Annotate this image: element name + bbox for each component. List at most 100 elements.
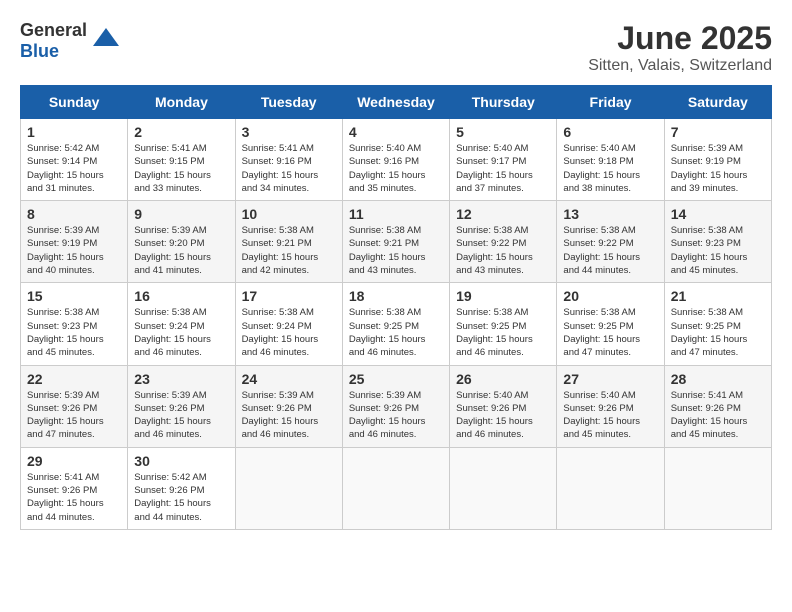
calendar-cell: [342, 447, 449, 529]
day-info: Sunrise: 5:40 AMSunset: 9:26 PMDaylight:…: [456, 389, 550, 442]
day-header-tuesday: Tuesday: [235, 86, 342, 119]
day-info: Sunrise: 5:41 AMSunset: 9:16 PMDaylight:…: [242, 142, 336, 195]
day-info: Sunrise: 5:39 AMSunset: 9:26 PMDaylight:…: [242, 389, 336, 442]
day-number: 11: [349, 206, 443, 222]
calendar-cell: [450, 447, 557, 529]
day-header-thursday: Thursday: [450, 86, 557, 119]
calendar-cell: [557, 447, 664, 529]
calendar-cell: 25 Sunrise: 5:39 AMSunset: 9:26 PMDayligh…: [342, 365, 449, 447]
day-header-friday: Friday: [557, 86, 664, 119]
day-info: Sunrise: 5:39 AMSunset: 9:26 PMDaylight:…: [134, 389, 228, 442]
day-info: Sunrise: 5:38 AMSunset: 9:21 PMDaylight:…: [349, 224, 443, 277]
calendar-cell: 29 Sunrise: 5:41 AMSunset: 9:26 PMDayligh…: [21, 447, 128, 529]
day-info: Sunrise: 5:38 AMSunset: 9:25 PMDaylight:…: [349, 306, 443, 359]
day-info: Sunrise: 5:38 AMSunset: 9:21 PMDaylight:…: [242, 224, 336, 277]
calendar-cell: 11 Sunrise: 5:38 AMSunset: 9:21 PMDayligh…: [342, 201, 449, 283]
calendar-cell: 20 Sunrise: 5:38 AMSunset: 9:25 PMDayligh…: [557, 283, 664, 365]
day-number: 24: [242, 371, 336, 387]
day-info: Sunrise: 5:42 AMSunset: 9:14 PMDaylight:…: [27, 142, 121, 195]
week-row-4: 29 Sunrise: 5:41 AMSunset: 9:26 PMDayligh…: [21, 447, 772, 529]
logo-blue: Blue: [20, 41, 59, 61]
calendar-cell: 7Sunrise: 5:39 AMSunset: 9:19 PMDaylight…: [664, 119, 771, 201]
calendar-cell: 28 Sunrise: 5:41 AMSunset: 9:26 PMDayligh…: [664, 365, 771, 447]
day-number: 13: [563, 206, 657, 222]
month-title: June 2025: [588, 20, 772, 57]
week-row-3: 22 Sunrise: 5:39 AMSunset: 9:26 PMDayligh…: [21, 365, 772, 447]
calendar-cell: 16Sunrise: 5:38 AMSunset: 9:24 PMDayligh…: [128, 283, 235, 365]
day-header-saturday: Saturday: [664, 86, 771, 119]
calendar-cell: 23 Sunrise: 5:39 AMSunset: 9:26 PMDayligh…: [128, 365, 235, 447]
day-info: Sunrise: 5:41 AMSunset: 9:26 PMDaylight:…: [27, 471, 121, 524]
day-number: 15: [27, 288, 121, 304]
calendar-cell: [664, 447, 771, 529]
calendar-cell: 13 Sunrise: 5:38 AMSunset: 9:22 PMDayligh…: [557, 201, 664, 283]
calendar-cell: 4 Sunrise: 5:40 AMSunset: 9:16 PMDaylight…: [342, 119, 449, 201]
day-info: Sunrise: 5:41 AMSunset: 9:15 PMDaylight:…: [134, 142, 228, 195]
day-number: 23: [134, 371, 228, 387]
calendar-cell: 24 Sunrise: 5:39 AMSunset: 9:26 PMDayligh…: [235, 365, 342, 447]
day-info: Sunrise: 5:39 AMSunset: 9:19 PMDaylight:…: [27, 224, 121, 277]
day-number: 26: [456, 371, 550, 387]
day-number: 14: [671, 206, 765, 222]
day-info: Sunrise: 5:40 AMSunset: 9:17 PMDaylight:…: [456, 142, 550, 195]
calendar-cell: 8Sunrise: 5:39 AMSunset: 9:19 PMDaylight…: [21, 201, 128, 283]
day-number: 4: [349, 124, 443, 140]
calendar-cell: 17 Sunrise: 5:38 AMSunset: 9:24 PMDayligh…: [235, 283, 342, 365]
day-number: 10: [242, 206, 336, 222]
day-info: Sunrise: 5:40 AMSunset: 9:16 PMDaylight:…: [349, 142, 443, 195]
day-info: Sunrise: 5:38 AMSunset: 9:22 PMDaylight:…: [563, 224, 657, 277]
header-row: SundayMondayTuesdayWednesdayThursdayFrid…: [21, 86, 772, 119]
day-info: Sunrise: 5:38 AMSunset: 9:22 PMDaylight:…: [456, 224, 550, 277]
day-number: 29: [27, 453, 121, 469]
day-info: Sunrise: 5:38 AMSunset: 9:25 PMDaylight:…: [456, 306, 550, 359]
day-number: 21: [671, 288, 765, 304]
day-number: 19: [456, 288, 550, 304]
day-number: 6: [563, 124, 657, 140]
day-number: 25: [349, 371, 443, 387]
calendar-cell: 19 Sunrise: 5:38 AMSunset: 9:25 PMDayligh…: [450, 283, 557, 365]
day-number: 3: [242, 124, 336, 140]
header: General Blue June 2025 Sitten, Valais, S…: [20, 20, 772, 75]
calendar-cell: 2 Sunrise: 5:41 AMSunset: 9:15 PMDaylight…: [128, 119, 235, 201]
day-info: Sunrise: 5:42 AMSunset: 9:26 PMDaylight:…: [134, 471, 228, 524]
day-number: 12: [456, 206, 550, 222]
day-info: Sunrise: 5:38 AMSunset: 9:25 PMDaylight:…: [563, 306, 657, 359]
day-number: 28: [671, 371, 765, 387]
calendar-cell: 9Sunrise: 5:39 AMSunset: 9:20 PMDaylight…: [128, 201, 235, 283]
day-info: Sunrise: 5:39 AMSunset: 9:26 PMDaylight:…: [27, 389, 121, 442]
logo: General Blue: [20, 20, 121, 62]
day-info: Sunrise: 5:41 AMSunset: 9:26 PMDaylight:…: [671, 389, 765, 442]
calendar-cell: 5 Sunrise: 5:40 AMSunset: 9:17 PMDaylight…: [450, 119, 557, 201]
day-number: 2: [134, 124, 228, 140]
day-number: 7: [671, 124, 765, 140]
calendar-cell: 1 Sunrise: 5:42 AMSunset: 9:14 PMDaylight…: [21, 119, 128, 201]
day-info: Sunrise: 5:38 AMSunset: 9:24 PMDaylight:…: [242, 306, 336, 359]
calendar-table: SundayMondayTuesdayWednesdayThursdayFrid…: [20, 85, 772, 530]
logo-icon: [91, 26, 121, 56]
day-number: 18: [349, 288, 443, 304]
day-info: Sunrise: 5:38 AMSunset: 9:25 PMDaylight:…: [671, 306, 765, 359]
day-info: Sunrise: 5:38 AMSunset: 9:23 PMDaylight:…: [671, 224, 765, 277]
calendar-cell: 18 Sunrise: 5:38 AMSunset: 9:25 PMDayligh…: [342, 283, 449, 365]
day-number: 5: [456, 124, 550, 140]
calendar-cell: 26 Sunrise: 5:40 AMSunset: 9:26 PMDayligh…: [450, 365, 557, 447]
day-info: Sunrise: 5:40 AMSunset: 9:18 PMDaylight:…: [563, 142, 657, 195]
day-info: Sunrise: 5:38 AMSunset: 9:24 PMDaylight:…: [134, 306, 228, 359]
week-row-0: 1 Sunrise: 5:42 AMSunset: 9:14 PMDaylight…: [21, 119, 772, 201]
day-header-wednesday: Wednesday: [342, 86, 449, 119]
day-info: Sunrise: 5:39 AMSunset: 9:26 PMDaylight:…: [349, 389, 443, 442]
day-number: 20: [563, 288, 657, 304]
week-row-2: 15Sunrise: 5:38 AMSunset: 9:23 PMDayligh…: [21, 283, 772, 365]
calendar-cell: 14 Sunrise: 5:38 AMSunset: 9:23 PMDayligh…: [664, 201, 771, 283]
title-area: June 2025 Sitten, Valais, Switzerland: [588, 20, 772, 75]
day-number: 9: [134, 206, 228, 222]
day-number: 22: [27, 371, 121, 387]
day-number: 1: [27, 124, 121, 140]
day-number: 27: [563, 371, 657, 387]
location-title: Sitten, Valais, Switzerland: [588, 57, 772, 75]
calendar-cell: 3 Sunrise: 5:41 AMSunset: 9:16 PMDaylight…: [235, 119, 342, 201]
day-number: 17: [242, 288, 336, 304]
day-number: 30: [134, 453, 228, 469]
calendar-cell: 21 Sunrise: 5:38 AMSunset: 9:25 PMDayligh…: [664, 283, 771, 365]
calendar-cell: 12 Sunrise: 5:38 AMSunset: 9:22 PMDayligh…: [450, 201, 557, 283]
